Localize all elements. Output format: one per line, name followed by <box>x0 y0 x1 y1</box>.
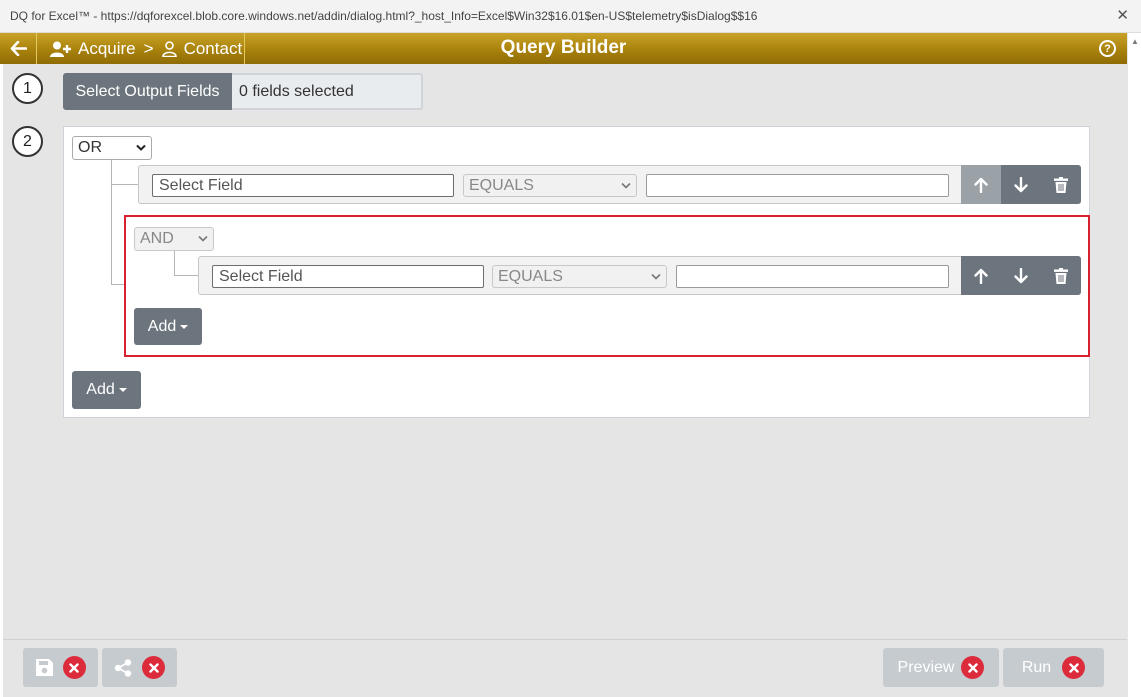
trash-icon <box>1054 176 1068 193</box>
move-up-button[interactable] <box>961 256 1001 295</box>
select-output-fields-button[interactable]: Select Output Fields <box>63 73 232 110</box>
tree-connector <box>111 284 124 285</box>
operator-value: EQUALS <box>498 267 563 285</box>
trash-icon <box>1054 267 1068 284</box>
app-header: Acquire > Contact Query Builder ? <box>0 33 1127 64</box>
tree-connector <box>111 184 138 185</box>
x-circle-icon <box>62 656 86 679</box>
select-field-input[interactable]: Select Field <box>212 265 484 288</box>
arrow-up-icon <box>974 268 988 284</box>
group-operator-select[interactable]: AND <box>134 227 214 251</box>
select-field-input[interactable]: Select Field <box>152 174 454 197</box>
arrow-down-icon <box>1014 176 1028 192</box>
fields-selected-summary: 0 fields selected <box>232 73 423 110</box>
root-operator-select[interactable]: OR <box>72 136 152 160</box>
chevron-down-icon <box>621 182 631 189</box>
preview-label: Preview <box>897 658 955 676</box>
move-down-button[interactable] <box>1001 256 1041 295</box>
operator-value: EQUALS <box>469 176 534 194</box>
preview-button[interactable]: Preview <box>883 648 999 687</box>
output-fields-group: Select Output Fields 0 fields selected <box>63 73 423 110</box>
x-circle-icon <box>961 656 985 679</box>
window-title: DQ for Excel™ - https://dqforexcel.blob.… <box>10 9 758 23</box>
close-icon[interactable]: ✕ <box>1116 6 1129 24</box>
user-plus-icon <box>50 41 72 57</box>
save-icon <box>35 659 53 676</box>
caret-down-icon <box>118 388 127 392</box>
scroll-up-icon[interactable]: ▲ <box>1131 37 1139 46</box>
group-operator-value: AND <box>140 230 174 247</box>
save-button[interactable] <box>23 648 98 687</box>
caret-down-icon <box>180 324 189 329</box>
tree-line-root <box>111 159 112 285</box>
breadcrumb-acquire[interactable]: Acquire <box>78 39 136 59</box>
rule-actions <box>961 256 1081 295</box>
run-label: Run <box>1021 658 1052 676</box>
arrow-left-icon <box>10 41 27 56</box>
arrow-down-icon <box>1014 267 1028 283</box>
move-down-button[interactable] <box>1001 165 1041 204</box>
group-add-label: Add <box>147 317 177 335</box>
breadcrumb: Acquire > Contact <box>38 33 245 64</box>
value-input[interactable] <box>646 174 949 197</box>
rule-actions <box>961 165 1081 204</box>
x-circle-icon <box>142 656 165 679</box>
chevron-down-icon <box>136 144 146 151</box>
scrollbar[interactable]: ▲ <box>1127 33 1141 697</box>
root-add-button[interactable]: Add <box>72 371 141 409</box>
tree-line-group <box>174 251 175 276</box>
step-2-badge: 2 <box>12 126 43 157</box>
move-up-button[interactable] <box>961 165 1001 204</box>
arrow-up-icon <box>974 177 988 193</box>
breadcrumb-contact: Contact <box>183 38 243 58</box>
chevron-down-icon <box>198 235 208 242</box>
user-icon <box>161 40 177 57</box>
chevron-down-icon <box>651 273 661 280</box>
delete-button[interactable] <box>1041 256 1081 295</box>
operator-select[interactable]: EQUALS <box>463 174 637 197</box>
breadcrumb-separator: > <box>143 38 154 58</box>
share-button[interactable] <box>102 648 177 687</box>
value-input[interactable] <box>676 265 949 288</box>
question-circle-icon[interactable]: ? <box>1099 40 1116 57</box>
group-rule-row: Select Field EQUALS <box>198 256 1081 295</box>
operator-select[interactable]: EQUALS <box>492 265 667 288</box>
root-add-label: Add <box>86 381 115 398</box>
root-operator-value: OR <box>78 139 102 156</box>
x-circle-icon <box>1062 656 1086 679</box>
share-icon <box>114 658 132 677</box>
step-1-badge: 1 <box>12 73 43 104</box>
group-add-button[interactable]: Add <box>134 308 202 345</box>
tree-connector <box>174 275 198 276</box>
window-title-bar: DQ for Excel™ - https://dqforexcel.blob.… <box>0 0 1141 33</box>
delete-button[interactable] <box>1041 165 1081 204</box>
back-button[interactable] <box>0 33 37 64</box>
rule-row: Select Field EQUALS <box>138 165 1081 204</box>
run-button[interactable]: Run <box>1003 648 1104 687</box>
